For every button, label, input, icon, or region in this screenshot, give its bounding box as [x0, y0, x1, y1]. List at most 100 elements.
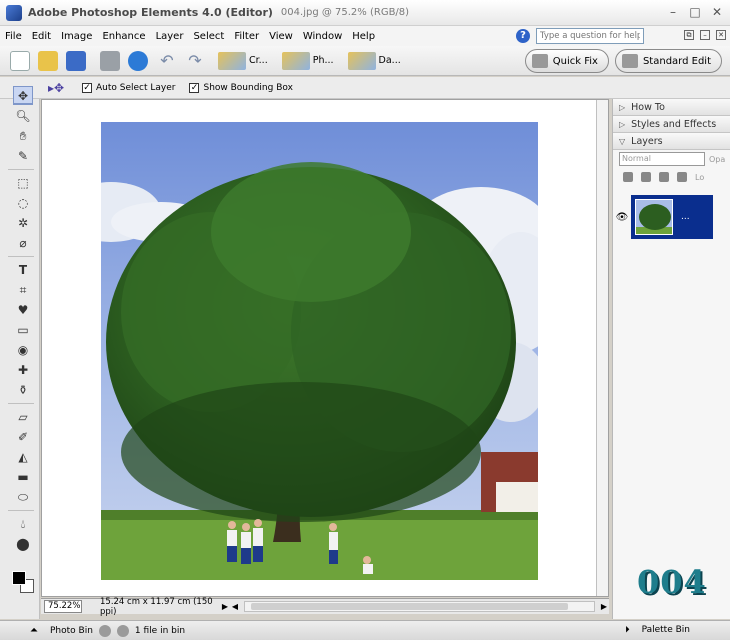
layer-row-background[interactable]: 👁︎ ...: [613, 195, 713, 239]
save-icon[interactable]: [66, 50, 86, 71]
create-icon: [218, 51, 246, 70]
close-doc-icon[interactable]: ✕: [716, 30, 726, 40]
lasso-tool-icon[interactable]: ◌: [13, 194, 33, 212]
photo-bin-label[interactable]: Photo Bin: [50, 626, 93, 636]
visibility-eye-icon[interactable]: 👁︎: [613, 212, 631, 223]
tile-windows-icon[interactable]: ⧉: [684, 30, 694, 40]
menu-help[interactable]: Help: [347, 31, 380, 42]
toolbox-divider: [8, 510, 34, 511]
scroll-right-icon[interactable]: ▶: [599, 601, 609, 613]
styles-effects-panel-header[interactable]: ▷ Styles and Effects: [613, 116, 730, 133]
scroll-left-icon[interactable]: ◀: [230, 601, 240, 613]
minimize-button[interactable]: –: [666, 5, 680, 19]
redo-icon[interactable]: ↷: [186, 51, 204, 70]
previous-photo-icon[interactable]: [98, 624, 111, 637]
online-services-icon[interactable]: [128, 50, 148, 71]
eraser-tool-icon[interactable]: ▱: [13, 408, 33, 426]
horizontal-scrollbar[interactable]: [244, 601, 595, 612]
status-menu-arrow-icon[interactable]: ▶: [220, 601, 230, 613]
blur-tool-icon[interactable]: 💧︎: [13, 515, 33, 533]
straighten-tool-icon[interactable]: ▭: [13, 321, 33, 339]
create-label: Cr...: [249, 55, 268, 66]
date-view-button[interactable]: Da...: [347, 51, 401, 70]
crop-tool-icon[interactable]: ⌗: [13, 281, 33, 299]
photo-browser-button[interactable]: Ph...: [281, 51, 334, 70]
lock-label: Lo: [695, 172, 705, 182]
clone-stamp-tool-icon[interactable]: ⚱: [13, 381, 33, 399]
menu-edit[interactable]: Edit: [27, 31, 56, 42]
move-tool-button[interactable]: ✥: [13, 86, 33, 104]
date-view-label: Da...: [378, 55, 401, 66]
auto-select-label: Auto Select Layer: [96, 82, 176, 93]
shape-tool-icon[interactable]: ⬭: [13, 488, 33, 506]
healing-brush-tool-icon[interactable]: ✚: [13, 361, 33, 379]
next-photo-icon[interactable]: [116, 624, 129, 637]
how-to-label: How To: [631, 101, 665, 113]
palette-bin-arrow-icon: ⏵: [625, 625, 630, 635]
expand-bin-icon[interactable]: ⏶: [30, 625, 38, 636]
help-search-input[interactable]: [536, 28, 644, 44]
magic-wand-tool-icon[interactable]: ✲: [13, 214, 33, 232]
standard-edit-button[interactable]: Standard Edit: [614, 49, 722, 73]
menu-file[interactable]: File: [0, 31, 27, 42]
blend-mode-select[interactable]: Normal: [619, 152, 705, 166]
red-eye-tool-icon[interactable]: ◉: [13, 341, 33, 359]
menu-image[interactable]: Image: [56, 31, 97, 42]
maximize-button[interactable]: □: [688, 5, 702, 19]
close-button[interactable]: ✕: [710, 5, 724, 19]
layer-action-icons: Lo: [613, 168, 730, 186]
hand-tool-icon[interactable]: ✋︎: [13, 127, 33, 145]
layers-panel-header[interactable]: ▽ Layers: [613, 133, 730, 150]
horizontal-scroll-thumb[interactable]: [251, 603, 568, 610]
type-tool-icon[interactable]: T: [13, 261, 33, 279]
menu-view[interactable]: View: [264, 31, 298, 42]
how-to-panel-header[interactable]: ▷ How To: [613, 99, 730, 116]
undo-icon[interactable]: ↶: [158, 51, 176, 70]
selected-layer[interactable]: ...: [631, 195, 713, 239]
create-button[interactable]: Cr...: [218, 51, 268, 70]
open-folder-icon[interactable]: [38, 50, 58, 71]
print-icon[interactable]: [100, 50, 120, 71]
layer-thumbnail: [635, 199, 673, 235]
palette-bin-label: Palette Bin: [641, 625, 690, 635]
tree-photo-image: [101, 122, 538, 580]
document-canvas[interactable]: [41, 99, 609, 597]
menu-enhance[interactable]: Enhance: [97, 31, 150, 42]
quick-fix-button[interactable]: Quick Fix: [524, 49, 609, 73]
quick-fix-label: Quick Fix: [552, 55, 598, 67]
bounding-box-checkbox[interactable]: ✓: [189, 82, 200, 93]
brush-tool-icon[interactable]: ✐: [13, 428, 33, 446]
menu-layer[interactable]: Layer: [151, 31, 189, 42]
auto-select-checkbox[interactable]: ✓: [82, 82, 92, 93]
vertical-scrollbar[interactable]: [596, 100, 608, 596]
move-tool-icon[interactable]: ▸✥: [48, 80, 68, 96]
selection-brush-tool-icon[interactable]: ⌀: [13, 234, 33, 252]
mode-switcher: Quick Fix Standard Edit: [524, 49, 722, 73]
marquee-tool-icon[interactable]: ⬚: [13, 174, 33, 192]
palette-bin-toggle[interactable]: ⏵ Palette Bin: [625, 625, 690, 635]
layer-name: ...: [681, 212, 690, 222]
new-file-icon[interactable]: [10, 50, 30, 71]
delete-layer-icon[interactable]: [659, 172, 669, 182]
new-layer-icon[interactable]: [623, 172, 633, 182]
menu-window[interactable]: Window: [298, 31, 347, 42]
foreground-color-swatch[interactable]: [12, 571, 26, 585]
menu-filter[interactable]: Filter: [229, 31, 264, 42]
sponge-tool-icon[interactable]: ⬤: [13, 535, 33, 553]
auto-select-layer-option[interactable]: ✓ Auto Select Layer: [82, 82, 176, 93]
gradient-tool-icon[interactable]: ▬: [13, 468, 33, 486]
adjustment-layer-icon[interactable]: [641, 172, 651, 182]
menu-select[interactable]: Select: [188, 31, 229, 42]
eyedropper-tool-icon[interactable]: ✎: [13, 147, 33, 165]
cookie-cutter-tool-icon[interactable]: ♥: [13, 301, 33, 319]
paint-bucket-tool-icon[interactable]: ◭: [13, 448, 33, 466]
zoom-level-field[interactable]: 75.22%: [44, 600, 82, 613]
zoom-tool-icon[interactable]: 🔍︎: [13, 107, 33, 125]
toolbox-divider: [8, 169, 34, 170]
status-bar: 75.22% 15.24 cm x 11.97 cm (150 ppi) ▶ ◀…: [41, 597, 609, 617]
date-view-icon: [347, 51, 376, 70]
show-bounding-box-option[interactable]: ✓ Show Bounding Box: [189, 82, 293, 93]
lock-transparency-icon[interactable]: [677, 172, 687, 182]
help-icon[interactable]: ?: [516, 29, 530, 43]
minimize-doc-icon[interactable]: –: [700, 30, 710, 40]
